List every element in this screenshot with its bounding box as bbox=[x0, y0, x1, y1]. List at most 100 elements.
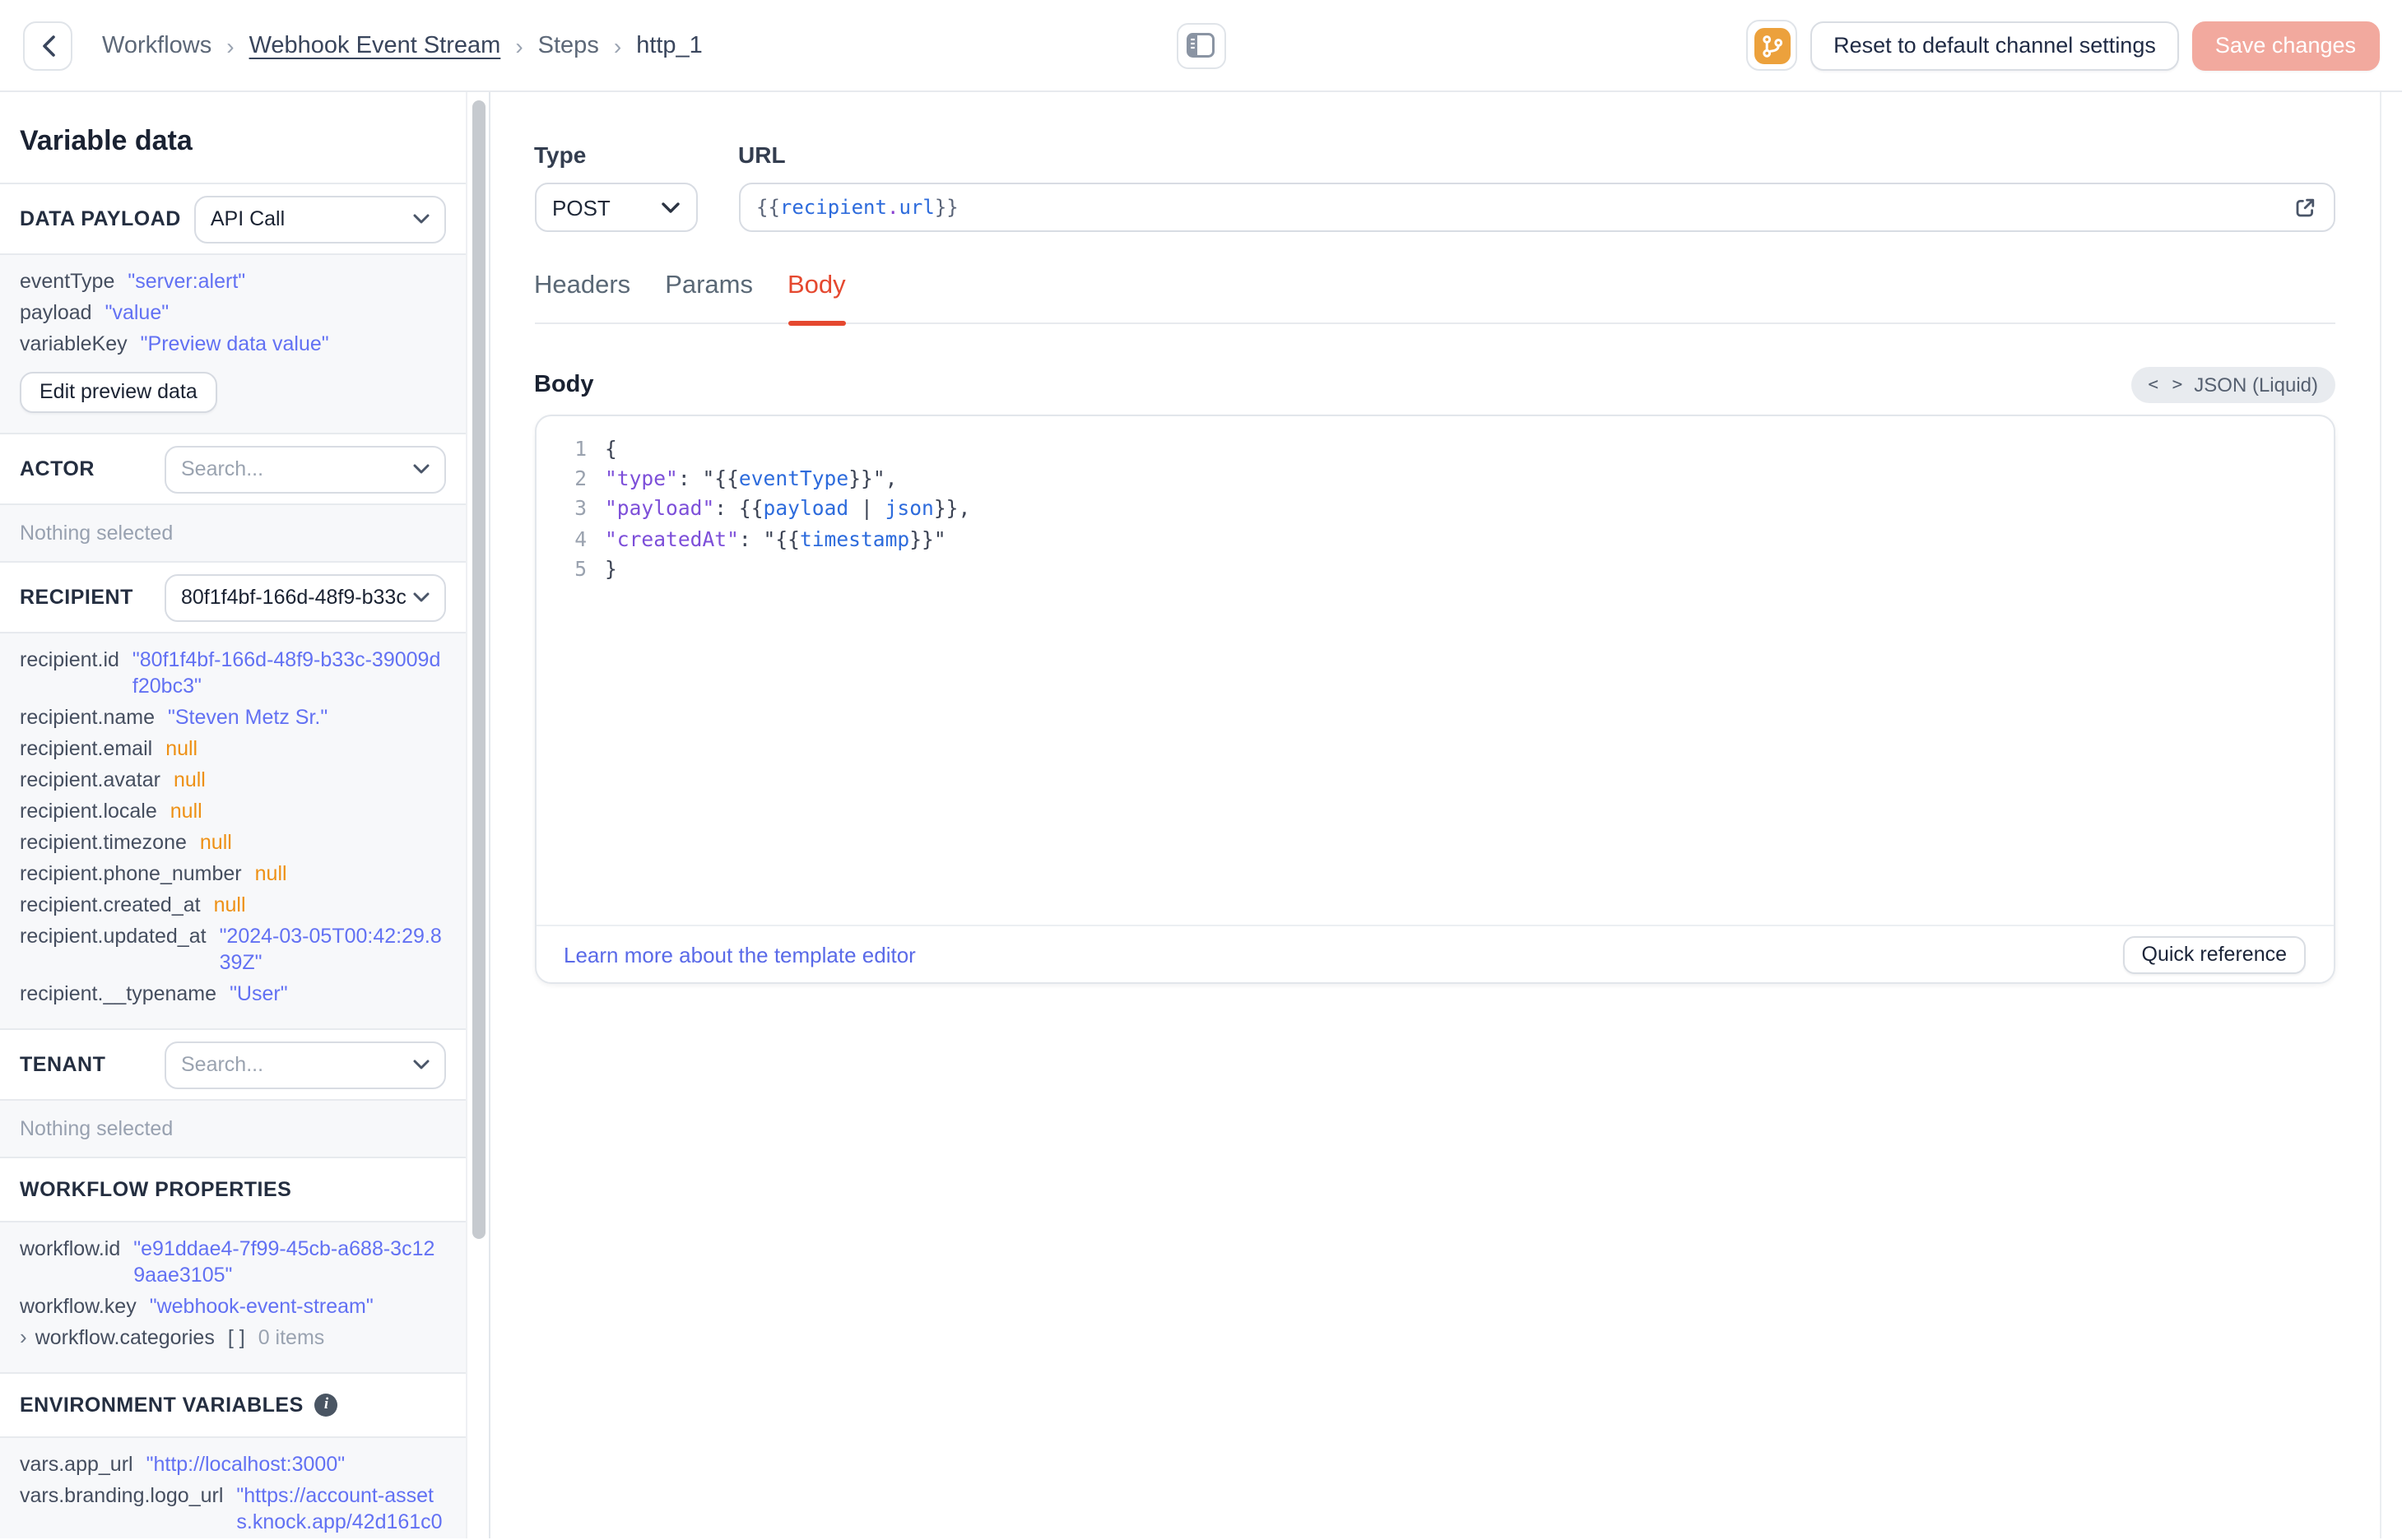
kv-key: recipient.timezone bbox=[20, 831, 187, 854]
sidebar-panel-icon bbox=[1187, 33, 1215, 58]
kv-value: "Preview data value" bbox=[140, 332, 329, 355]
editor-footer: Learn more about the template editor Qui… bbox=[536, 925, 2333, 982]
payload-preview-section: eventType "server:alert" payload "value" var… bbox=[0, 255, 466, 434]
chevron-down-icon bbox=[413, 1060, 430, 1069]
template-editor: 1{2 "type": "{{eventType}}", 3 "payload": {… bbox=[534, 415, 2335, 984]
kv-key: vars.app_url bbox=[20, 1453, 133, 1476]
language-badge: < > JSON (Liquid) bbox=[2131, 367, 2335, 403]
kv-row: workflow.key "webhook-event-stream" bbox=[0, 1293, 466, 1320]
tenant-empty-note: Nothing selected bbox=[20, 1117, 174, 1140]
save-changes-button[interactable]: Save changes bbox=[2191, 21, 2379, 70]
tab-params[interactable]: Params bbox=[665, 271, 753, 322]
expand-caret-icon[interactable]: › bbox=[20, 1324, 27, 1351]
kv-value: "80f1f4bf-166d-48f9-b33c-39009df20bc3" bbox=[132, 648, 441, 698]
kv-row: recipient.__typename "User" bbox=[0, 981, 466, 1007]
breadcrumb-separator: › bbox=[613, 32, 622, 58]
kv-row: vars.app_url "http://localhost:3000" bbox=[0, 1451, 466, 1477]
kv-value: "value" bbox=[105, 301, 170, 324]
reset-channel-settings-button[interactable]: Reset to default channel settings bbox=[1810, 21, 2179, 70]
sidebar-scrollbar[interactable] bbox=[472, 100, 485, 1239]
kv-row: vars.branding.logo_url "https://account-a… bbox=[0, 1482, 466, 1538]
kv-key: recipient.created_at bbox=[20, 893, 201, 916]
breadcrumb-workflow-name[interactable]: Webhook Event Stream bbox=[249, 32, 501, 58]
breadcrumb-workflows[interactable]: Workflows bbox=[102, 32, 211, 58]
kv-key: recipient.name bbox=[20, 706, 155, 729]
recipient-select[interactable]: 80f1f4bf-166d-48f9-b33c bbox=[165, 573, 446, 621]
kv-row: recipient.timezone null bbox=[0, 829, 466, 856]
kv-row: recipient.id "80f1f4bf-166d-48f9-b33c-390… bbox=[0, 647, 466, 699]
kv-value: [ ] bbox=[227, 1326, 245, 1349]
breadcrumb-separator: › bbox=[515, 32, 523, 58]
kv-value: null bbox=[165, 737, 198, 760]
kv-key: recipient.avatar bbox=[20, 768, 160, 791]
code-line: 4 "createdAt": "{{timestamp}}" bbox=[536, 524, 2333, 554]
kv-key: payload bbox=[20, 301, 92, 324]
data-payload-select[interactable]: API Call bbox=[193, 195, 446, 243]
kv-value: "e91ddae4-7f99-45cb-a688-3c129aae3105" bbox=[133, 1237, 435, 1287]
kv-extra: 0 items bbox=[258, 1326, 325, 1349]
actor-search-combobox[interactable]: Search... bbox=[165, 445, 446, 493]
breadcrumb: Workflows › Webhook Event Stream › Steps… bbox=[102, 32, 703, 58]
toggle-sidebar-button[interactable] bbox=[1176, 22, 1226, 68]
external-link-icon[interactable] bbox=[2292, 195, 2316, 220]
request-tabs: Headers Params Body bbox=[534, 271, 2335, 325]
kv-key: workflow.key bbox=[20, 1295, 137, 1318]
kv-key: vars.branding.logo_url bbox=[20, 1484, 224, 1507]
kv-value: "Steven Metz Sr." bbox=[168, 706, 328, 729]
code-line: 3 "payload": {{payload | json}}, bbox=[536, 494, 2333, 524]
kv-value: "https://account-assets.knock.app/42d161… bbox=[236, 1484, 445, 1538]
http-method-select[interactable]: POST bbox=[534, 183, 697, 232]
kv-row: recipient.created_at null bbox=[0, 892, 466, 918]
chevron-down-icon bbox=[413, 214, 430, 224]
url-value: {{recipient.url}} bbox=[756, 196, 959, 219]
recipient-label: RECIPIENT bbox=[20, 586, 133, 609]
kv-value: null bbox=[199, 831, 232, 854]
kv-row: recipient.phone_number null bbox=[0, 860, 466, 887]
chevron-left-icon bbox=[40, 34, 55, 57]
kv-key: recipient.__typename bbox=[20, 982, 217, 1005]
kv-value: "server:alert" bbox=[128, 270, 246, 293]
quick-reference-button[interactable]: Quick reference bbox=[2123, 935, 2305, 973]
kv-row: › workflow.categories [ ] 0 items bbox=[0, 1324, 466, 1351]
tenant-label: TENANT bbox=[20, 1053, 106, 1076]
tenant-search-combobox[interactable]: Search... bbox=[165, 1041, 446, 1088]
line-number: 4 bbox=[574, 527, 587, 551]
kv-row: recipient.email null bbox=[0, 735, 466, 762]
tenant-row: TENANT Search... bbox=[0, 1030, 466, 1101]
kv-value: null bbox=[173, 768, 206, 791]
request-editor-pane: Type POST URL {{recipient.url}} Headers … bbox=[490, 92, 2381, 1538]
code-line: 1{ bbox=[536, 434, 2333, 464]
breadcrumb-step-key: http_1 bbox=[636, 32, 703, 58]
line-number: 1 bbox=[574, 438, 587, 461]
variable-data-sidebar: Variable data DATA PAYLOAD API Call even… bbox=[0, 92, 490, 1538]
tab-body[interactable]: Body bbox=[788, 271, 847, 325]
chevron-down-icon bbox=[413, 464, 430, 474]
edit-preview-data-button[interactable]: Edit preview data bbox=[20, 372, 217, 413]
environment-variables-header: ENVIRONMENT VARIABLES i bbox=[0, 1374, 466, 1438]
kv-row: eventType "server:alert" bbox=[0, 268, 466, 295]
topbar: Workflows › Webhook Event Stream › Steps… bbox=[0, 0, 2402, 92]
url-input[interactable]: {{recipient.url}} bbox=[738, 183, 2335, 232]
learn-more-link[interactable]: Learn more about the template editor bbox=[564, 942, 916, 967]
code-editor[interactable]: 1{2 "type": "{{eventType}}", 3 "payload": {… bbox=[536, 416, 2333, 925]
kv-value: null bbox=[170, 800, 202, 823]
tab-headers[interactable]: Headers bbox=[534, 271, 630, 322]
info-icon[interactable]: i bbox=[314, 1394, 338, 1417]
kv-value: null bbox=[254, 862, 287, 885]
kv-value: "webhook-event-stream" bbox=[149, 1295, 374, 1318]
kv-row: payload "value" bbox=[0, 299, 466, 326]
kv-value: "2024-03-05T00:42:29.839Z" bbox=[219, 925, 442, 974]
workflow-properties-header: WORKFLOW PROPERTIES bbox=[0, 1158, 466, 1222]
kv-row: recipient.locale null bbox=[0, 798, 466, 824]
actor-empty-note: Nothing selected bbox=[20, 522, 174, 545]
kv-key: variableKey bbox=[20, 332, 128, 355]
kv-row: recipient.name "Steven Metz Sr." bbox=[0, 704, 466, 731]
actor-empty-section: Nothing selected bbox=[0, 505, 466, 563]
actor-row: ACTOR Search... bbox=[0, 434, 466, 505]
back-button[interactable] bbox=[23, 21, 72, 70]
commit-button[interactable] bbox=[1746, 20, 1798, 71]
chevron-down-icon bbox=[661, 202, 679, 213]
sidebar-title: Variable data bbox=[0, 92, 466, 184]
kv-row: workflow.id "e91ddae4-7f99-45cb-a688-3c12… bbox=[0, 1236, 466, 1288]
body-label: Body bbox=[534, 372, 594, 398]
